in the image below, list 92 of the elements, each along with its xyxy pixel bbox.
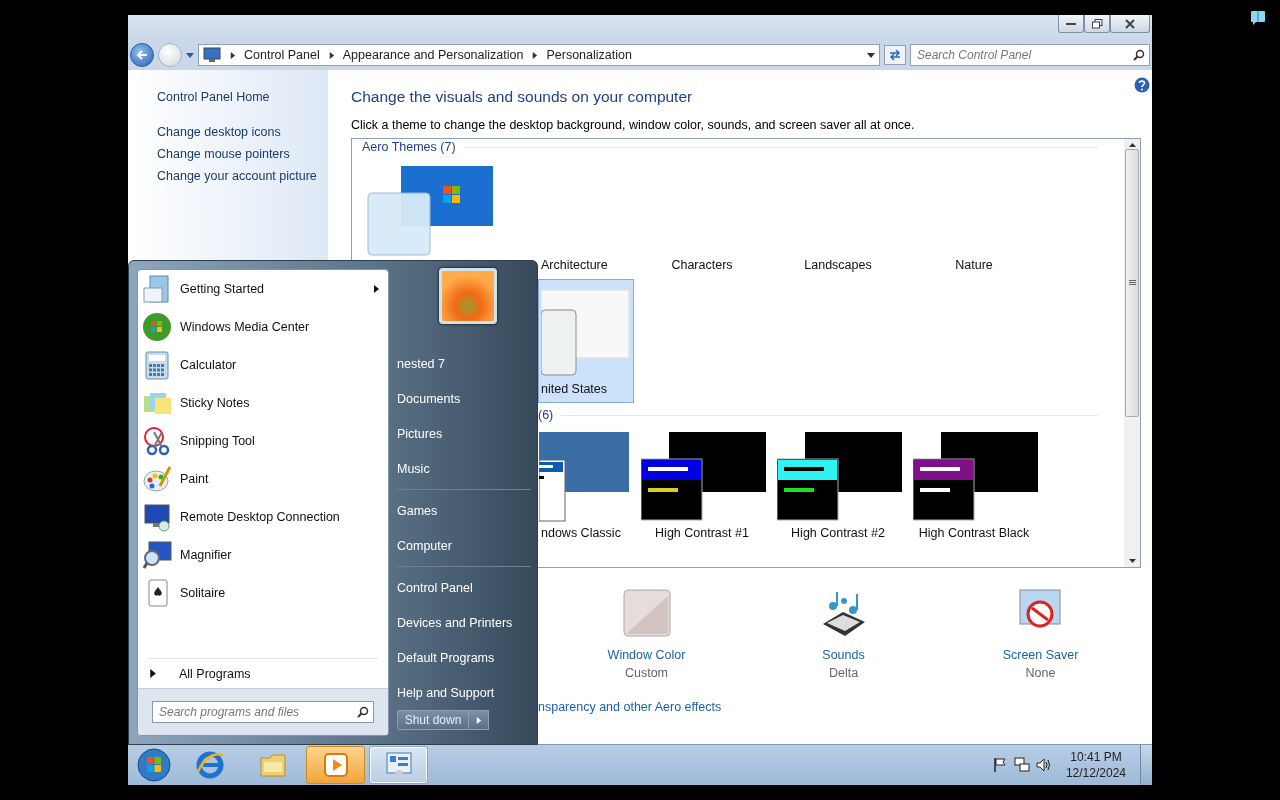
menu-link[interactable]: Control Panel <box>397 570 531 605</box>
program-item[interactable]: Snipping Tool <box>138 422 388 460</box>
grip-icon <box>1128 280 1136 286</box>
breadcrumb-link[interactable]: Personalization <box>546 48 632 62</box>
breadcrumb-link[interactable]: Control Panel <box>244 48 320 62</box>
theme-tile[interactable]: High Contrast Black <box>906 423 1042 547</box>
network-icon[interactable] <box>1013 757 1030 773</box>
refresh-button[interactable] <box>884 45 906 65</box>
menu-link[interactable]: Games <box>397 493 531 528</box>
breadcrumb-link[interactable]: Appearance and Personalization <box>342 48 524 62</box>
program-item[interactable]: Getting Started <box>138 270 388 308</box>
orb-logo-icon <box>142 312 172 342</box>
program-item[interactable]: Calculator <box>138 346 388 384</box>
minimize-button[interactable] <box>1058 15 1084 33</box>
color-swatch-icon[interactable] <box>621 588 672 638</box>
program-item[interactable]: Sticky Notes <box>138 384 388 422</box>
search-icon <box>1133 49 1145 61</box>
scroll-up-icon[interactable] <box>1128 143 1136 147</box>
page-title: Change the visuals and sounds on your computer <box>351 88 694 106</box>
theme-tile[interactable]: Landscapes <box>770 155 906 279</box>
close-icon <box>1125 18 1135 29</box>
program-item[interactable]: Magnifier <box>138 536 388 574</box>
sidebar-link[interactable]: Change your account picture <box>157 169 328 183</box>
palette-icon <box>142 464 172 494</box>
program-item[interactable]: Paint <box>138 460 388 498</box>
theme-tile[interactable]: ndows Classic <box>538 423 634 547</box>
setting-value: None <box>1025 666 1056 680</box>
selected-theme-tile[interactable]: nited States <box>538 279 634 403</box>
aero-effects-link[interactable]: nsparency and other Aero effects <box>538 700 722 714</box>
theme-tile[interactable]: High Contrast #1 <box>634 423 770 547</box>
start-orb-icon <box>136 747 172 783</box>
setting-link[interactable]: Sounds <box>822 648 865 662</box>
menu-link[interactable]: Pictures <box>397 416 531 451</box>
monitor-icon <box>142 502 172 532</box>
menu-link[interactable]: Help and Support <box>397 675 531 710</box>
shut-down-button[interactable]: Shut down <box>397 710 469 730</box>
taskbar-button[interactable] <box>306 746 365 784</box>
setting-value: Custom <box>624 666 669 680</box>
setting-link[interactable]: Window Color <box>607 648 686 662</box>
program-item[interactable]: Remote Desktop Connection <box>138 498 388 536</box>
volume-icon[interactable] <box>1035 757 1052 773</box>
theme-tile[interactable]: High Contrast #2 <box>770 423 906 547</box>
menu-link[interactable]: Devices and Printers <box>397 605 531 640</box>
program-item[interactable]: Windows Media Center <box>138 308 388 346</box>
search-icon <box>357 706 369 718</box>
monitor-icon <box>203 47 221 63</box>
menu-link[interactable]: Documents <box>397 381 531 416</box>
arrow-icon <box>475 716 482 724</box>
theme-tile[interactable]: Characters <box>634 155 770 279</box>
sidebar-link[interactable]: Control Panel Home <box>157 90 328 104</box>
scrollbar[interactable] <box>1124 139 1140 567</box>
group-heading: Aero Themes (7) <box>362 140 456 154</box>
setting-value: Delta <box>828 666 859 680</box>
chevron-right-icon <box>531 51 539 59</box>
chevron-right-icon <box>229 51 236 59</box>
document-window-icon <box>142 274 172 304</box>
back-arrow-icon <box>136 49 148 61</box>
restore-button[interactable] <box>1084 15 1110 33</box>
sidebar-link[interactable]: Change mouse pointers <box>157 147 328 161</box>
back-button[interactable] <box>130 43 154 67</box>
theme-tile[interactable]: Nature <box>906 155 1042 279</box>
help-icon[interactable] <box>1134 77 1150 93</box>
search-field[interactable]: Search programs and files <box>152 701 374 723</box>
menu-link[interactable]: Computer <box>397 528 531 563</box>
menu-link[interactable]: Default Programs <box>397 640 531 675</box>
theme-tile[interactable]: Architecture <box>538 155 634 279</box>
control-panel-icon <box>383 750 414 780</box>
expand-arrow-icon <box>148 669 157 678</box>
page-description: Click a theme to change the desktop background, window color, sounds, and screen saver all at once. <box>351 118 916 132</box>
restore-icon <box>1091 18 1103 29</box>
setting-link[interactable]: Screen Saver <box>1002 648 1079 662</box>
dropdown-icon[interactable] <box>867 52 875 58</box>
sidebar-link[interactable]: Change desktop icons <box>157 125 328 139</box>
close-button[interactable] <box>1110 15 1150 33</box>
group-heading: (6) <box>538 408 554 422</box>
clock[interactable]: 10:41 PM 12/12/2024 <box>1065 749 1126 781</box>
shut-down-options-button[interactable] <box>469 710 489 730</box>
calculator-icon <box>142 350 172 380</box>
search-field[interactable]: Search Control Panel <box>910 44 1150 66</box>
scissors-icon <box>142 426 172 456</box>
address-bar[interactable]: Control Panel Appearance and Personalization Personalization <box>198 44 880 66</box>
flag-icon[interactable] <box>991 757 1008 773</box>
scroll-down-icon[interactable] <box>1128 559 1136 563</box>
program-item[interactable]: Solitaire <box>138 574 388 612</box>
refresh-icon <box>888 49 902 61</box>
taskbar-button[interactable] <box>369 746 428 784</box>
menu-link[interactable]: nested 7 <box>397 346 531 381</box>
browser-e-icon <box>194 750 225 780</box>
menu-link[interactable]: Music <box>397 451 531 486</box>
notification-icon[interactable] <box>1250 10 1266 26</box>
chevron-right-icon <box>327 51 335 59</box>
magnifier-monitor-icon <box>142 540 172 570</box>
